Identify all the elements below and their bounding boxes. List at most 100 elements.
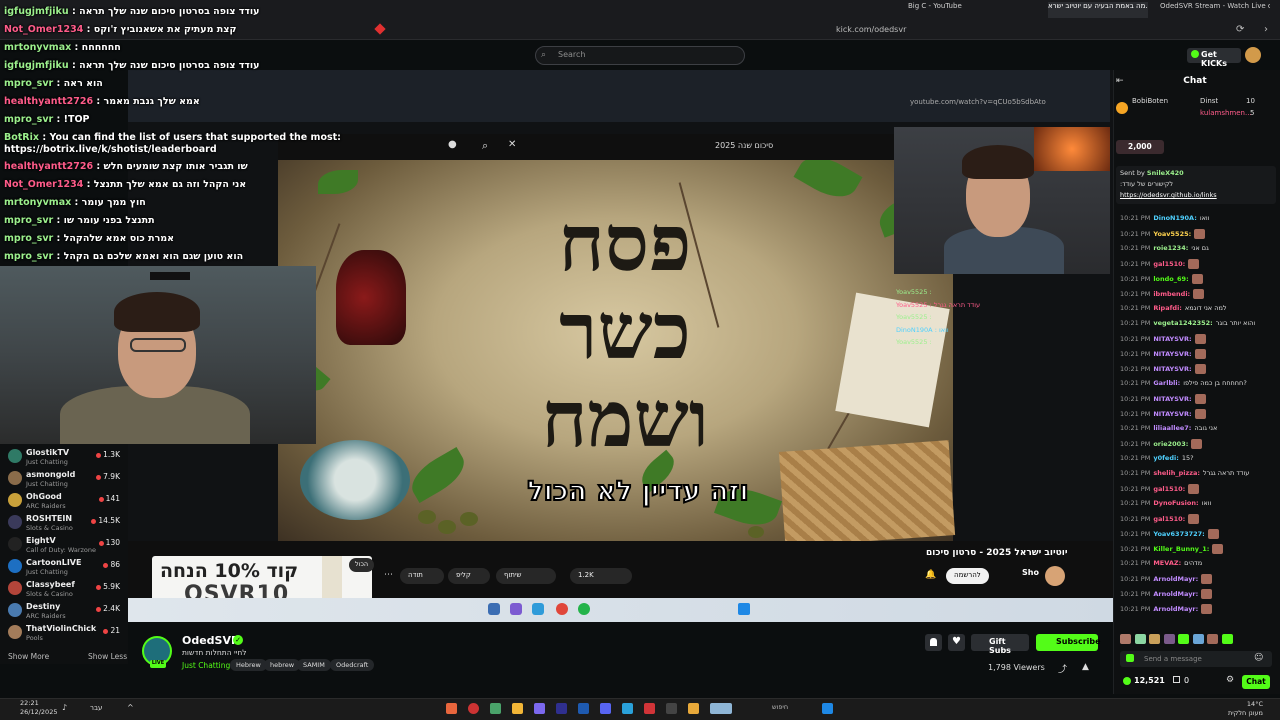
chat-message[interactable]: 10:21 PM vegeta1242352: והוא יותר בוגר <box>1120 319 1278 327</box>
show-more-button[interactable]: Show More <box>8 652 49 661</box>
chat-message[interactable]: 10:21 PM gal1510: <box>1120 259 1278 269</box>
app-icon[interactable] <box>578 703 589 714</box>
chat-username[interactable]: orie2003: <box>1153 440 1188 448</box>
chat-input[interactable]: Send a message <box>1120 651 1272 667</box>
emote-icon[interactable] <box>1207 634 1218 644</box>
follow-item[interactable]: OhGood ARC Raiders 141 <box>8 490 124 512</box>
tab-youtube[interactable]: מה באמת הבעיה עם יוטיוב ישרא... <box>1048 2 1148 18</box>
chat-username[interactable]: ArnoldMayr: <box>1153 590 1198 598</box>
address-bar[interactable]: kick.com/odedsvr <box>836 25 906 34</box>
share-icon[interactable]: ⤴ <box>1058 662 1067 675</box>
app-icon[interactable] <box>666 703 677 714</box>
chat-message[interactable]: 10:21 PM y0fedi: 15? <box>1120 454 1278 462</box>
emote-icon[interactable] <box>1221 634 1233 644</box>
chat-username[interactable]: shelih_pizza: <box>1153 469 1200 477</box>
channel-name[interactable]: Sho <box>1022 568 1039 577</box>
emoji-icon[interactable] <box>1126 654 1134 662</box>
chat-message[interactable]: 10:21 PM DinoN190A: וואו <box>1120 214 1278 222</box>
follow-item[interactable]: ThatViolinChick Pools 21 <box>8 622 124 644</box>
chat-username[interactable]: vegeta1242352: <box>1153 319 1212 327</box>
mic-icon[interactable]: ● <box>448 139 457 150</box>
chat-message[interactable]: 10:21 PM NITAYSVR: <box>1120 334 1278 344</box>
app-icon[interactable] <box>600 703 611 714</box>
emote-picker-icon[interactable]: ☺ <box>1254 653 1263 663</box>
stream-category[interactable]: Just Chatting <box>182 661 230 670</box>
volume-icon[interactable]: ♪ <box>62 703 67 712</box>
chat-username[interactable]: Ripafdi: <box>1153 304 1182 312</box>
follow-item[interactable]: CartoonLIVE Just Chatting 86 <box>8 556 124 578</box>
tab-bigc[interactable]: Big C - YouTube <box>908 2 1018 18</box>
thanks-button[interactable]: תודה <box>400 568 444 584</box>
chat-username[interactable]: DynoFusion: <box>1153 499 1198 507</box>
chat-message[interactable]: 10:21 PM liliaallee7: אני גובה <box>1120 424 1278 432</box>
emote-icon[interactable] <box>1134 634 1146 644</box>
chat-username[interactable]: NITAYSVR: <box>1153 395 1191 403</box>
goal-badge[interactable]: 2,000 <box>1116 140 1164 154</box>
send-chat-button[interactable]: Chat <box>1242 675 1270 689</box>
chat-message[interactable]: 10:21 PM gal1510: <box>1120 514 1278 524</box>
chat-username[interactable]: londo_69: <box>1153 275 1188 283</box>
app-icon[interactable] <box>468 703 479 714</box>
reload-icon[interactable]: ⟳ <box>1236 24 1244 35</box>
chat-message[interactable]: 10:21 PM ibmbendi: <box>1120 289 1278 299</box>
chat-username[interactable]: y0fedi: <box>1153 454 1178 462</box>
chat-username[interactable]: NITAYSVR: <box>1153 365 1191 373</box>
chat-username[interactable]: ArnoldMayr: <box>1153 605 1198 613</box>
youtube-subscribe-button[interactable]: להרשמה <box>946 568 989 584</box>
gift-subs-button[interactable]: Gift Subs <box>971 634 1029 655</box>
app-icon[interactable] <box>534 703 545 714</box>
tray-chevron-icon[interactable]: ^ <box>127 703 134 712</box>
search-input[interactable]: Search <box>535 46 745 65</box>
like-button[interactable]: 1.2K <box>570 568 632 584</box>
tag[interactable]: Hebrew <box>230 659 267 671</box>
chat-username[interactable]: gal1510: <box>1153 260 1185 268</box>
more-icon[interactable]: ⋯ <box>384 570 393 580</box>
chat-message[interactable]: 10:21 PM ArnoldMayr: <box>1120 604 1278 614</box>
chat-username[interactable]: Garlbli: <box>1153 379 1180 387</box>
chat-message[interactable]: 10:21 PM Garlbli: חחחחח בן כמה פילפו? <box>1120 379 1278 387</box>
weather-widget[interactable]: 14°C מעונן חלקית <box>1228 700 1263 718</box>
chat-message[interactable]: 10:21 PM Yoav6373727: <box>1120 529 1278 539</box>
follow-item[interactable]: EightV Call of Duty: Warzone 130 <box>8 534 124 556</box>
chat-username[interactable]: NITAYSVR: <box>1153 410 1191 418</box>
bell-icon[interactable]: 🔔 <box>925 570 936 580</box>
chat-username[interactable]: MEVAZ: <box>1153 559 1181 567</box>
chat-username[interactable]: liliaallee7: <box>1153 424 1191 432</box>
chat-message[interactable]: 10:21 PM londo_69: <box>1120 274 1278 284</box>
channel-avatar[interactable] <box>1045 566 1065 586</box>
app-icon[interactable] <box>556 703 567 714</box>
folder-icon[interactable] <box>688 703 699 714</box>
chat-username[interactable]: Yoav6373727: <box>1153 530 1204 538</box>
emote-icon[interactable] <box>1178 634 1189 644</box>
taskbar-search[interactable]: חיפוש <box>772 703 827 714</box>
chat-message[interactable]: 10:21 PM Yoav5525: <box>1120 229 1278 239</box>
follow-item[interactable]: GlostikTV Just Chatting 1.3K <box>8 446 124 468</box>
supporter[interactable]: BobiBoten <box>1132 97 1168 105</box>
app-icon[interactable] <box>644 703 655 714</box>
chat-message[interactable]: 10:21 PM MEVAZ: מדהים <box>1120 559 1278 567</box>
youtube-search-icon[interactable]: ⌕ <box>482 139 488 153</box>
chat-message[interactable]: 10:21 PM Killer_Bunny_1: <box>1120 544 1278 554</box>
forward-icon[interactable]: › <box>1264 24 1268 35</box>
pinned-link[interactable]: https://odedsvr.github.io/links <box>1120 191 1217 199</box>
chat-username[interactable]: DinoN190A: <box>1153 214 1196 222</box>
chat-username[interactable]: ibmbendi: <box>1153 290 1190 298</box>
tag[interactable]: SAMIM <box>297 659 331 671</box>
chat-username[interactable]: NITAYSVR: <box>1153 335 1191 343</box>
supporter[interactable]: kulamshmen... <box>1200 109 1252 117</box>
tag[interactable]: hebrew <box>264 659 301 671</box>
chat-message[interactable]: 10:21 PM NITAYSVR: <box>1120 364 1278 374</box>
follow-button[interactable]: ♥ <box>948 634 965 651</box>
chat-message[interactable]: 10:21 PM roie1234: גם אני <box>1120 244 1278 252</box>
app-icon[interactable] <box>490 703 501 714</box>
chat-username[interactable]: Yoav5525: <box>1153 230 1191 238</box>
follow-item[interactable]: Destiny ARC Raiders 2.4K <box>8 600 124 622</box>
settings-icon[interactable]: ⚙ <box>1226 675 1234 685</box>
chat-message[interactable]: 10:21 PM ArnoldMayr: <box>1120 589 1278 599</box>
follow-item[interactable]: Classybeef Slots & Casino 5.9K <box>8 578 124 600</box>
subscribe-button[interactable]: Subscribe <box>1036 634 1101 651</box>
share-button[interactable]: שיתוף <box>496 568 556 584</box>
chat-message[interactable]: 10:21 PM NITAYSVR: <box>1120 409 1278 419</box>
windows-start-icon[interactable] <box>822 703 833 714</box>
youtube-search-text[interactable]: סיכום שנה 2025 <box>715 141 773 150</box>
